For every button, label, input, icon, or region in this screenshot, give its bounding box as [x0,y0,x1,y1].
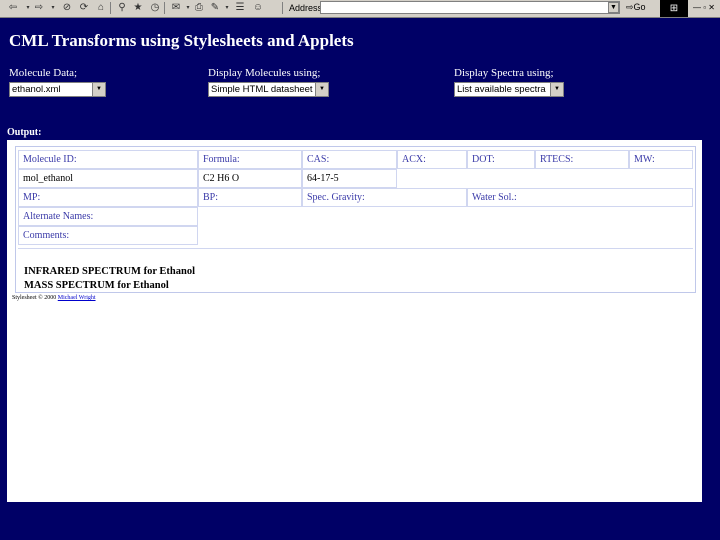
formula-label: Formula: [198,150,302,169]
comments-label: Comments: [18,226,198,245]
stop-icon[interactable]: ⊘ [60,1,74,15]
display-spectra-value: List available spectra [457,84,546,95]
address-label: Address [289,3,323,13]
forward-icon[interactable]: ⇨ [32,1,46,15]
spectra-list: INFRARED SPECTRUM for Ethanol MASS SPECT… [24,266,195,294]
display-molecules-select[interactable]: Simple HTML datasheet ▼ [208,82,329,97]
refresh-icon[interactable]: ⟳ [77,1,91,15]
display-spectra-label: Display Spectra using; [454,67,554,79]
display-spectra-select[interactable]: List available spectra ▼ [454,82,564,97]
dot-label: DOT: [467,150,535,169]
acx-label: ACX: [397,150,467,169]
edit-dropdown-icon[interactable]: ▾ [220,1,234,15]
back-icon[interactable]: ⇦ [6,1,20,15]
go-label: Go [633,2,646,12]
cas-label: CAS: [302,150,397,169]
rtecs-label: RTECS: [535,150,629,169]
bp-label: BP: [198,188,302,207]
page-title: CML Transforms using Stylesheets and App… [9,31,354,50]
spectra-divider [18,248,693,249]
forward-dropdown-icon[interactable]: ▾ [46,1,60,15]
molecule-data-select[interactable]: ethanol.xml ▼ [9,82,106,97]
formula-value: C2 H6 O [198,169,302,188]
favorites-icon[interactable]: ★ [131,1,145,15]
chevron-down-icon[interactable]: ▼ [315,83,328,96]
spec-gravity-label: Spec. Gravity: [302,188,467,207]
window-controls[interactable]: — ▫ ✕ [693,3,715,12]
credit-text: Stylesheet © 2000 [12,295,57,301]
address-dropdown-icon[interactable]: ▼ [608,2,619,13]
molecule-datasheet: Molecule ID: Formula: CAS: ACX: DOT: RTE… [15,146,696,293]
display-molecules-value: Simple HTML datasheet [211,84,313,95]
alternate-names-label: Alternate Names: [18,207,198,226]
display-molecules-label: Display Molecules using; [208,67,321,79]
spectrum-mass[interactable]: MASS SPECTRUM for Ethanol [24,280,195,294]
history-icon[interactable]: ◷ [148,1,162,15]
mp-label: MP: [18,188,198,207]
go-button[interactable]: ⇨Go [626,2,646,13]
browser-toolbar: ⇦ ▾ ⇨ ▾ ⊘ ⟳ ⌂ ⚲ ★ ◷ ✉ ▾ ⎙ ✎ ▾ ☰ ☺ Addres… [0,0,720,18]
chevron-down-icon[interactable]: ▼ [92,83,105,96]
molecule-id-value: mol_ethanol [18,169,198,188]
toolbar-separator [110,2,111,14]
print-icon[interactable]: ⎙ [192,1,206,15]
output-label: Output: [7,127,42,138]
water-sol-label: Water Sol.: [467,188,693,207]
stylesheet-credit: Stylesheet © 2000 Michael Wright [12,295,96,301]
toolbar-separator [164,2,165,14]
windows-logo-icon: ⊞ [660,0,688,17]
molecule-data-label: Molecule Data; [9,67,78,79]
search-icon[interactable]: ⚲ [115,1,129,15]
go-icon: ⇨ [626,2,634,12]
cas-value: 64-17-5 [302,169,397,188]
home-icon[interactable]: ⌂ [94,1,108,15]
mw-label: MW: [629,150,693,169]
chevron-down-icon[interactable]: ▼ [550,83,563,96]
spectrum-infrared[interactable]: INFRARED SPECTRUM for Ethanol [24,266,195,280]
discuss-icon[interactable]: ☰ [233,1,247,15]
molecule-data-value: ethanol.xml [12,84,61,95]
author-link[interactable]: Michael Wright [58,295,96,301]
toolbar-separator [282,2,283,14]
messenger-icon[interactable]: ☺ [251,1,265,15]
address-input[interactable] [320,1,620,14]
molecule-id-label: Molecule ID: [18,150,198,169]
output-frame: Molecule ID: Formula: CAS: ACX: DOT: RTE… [7,140,702,502]
